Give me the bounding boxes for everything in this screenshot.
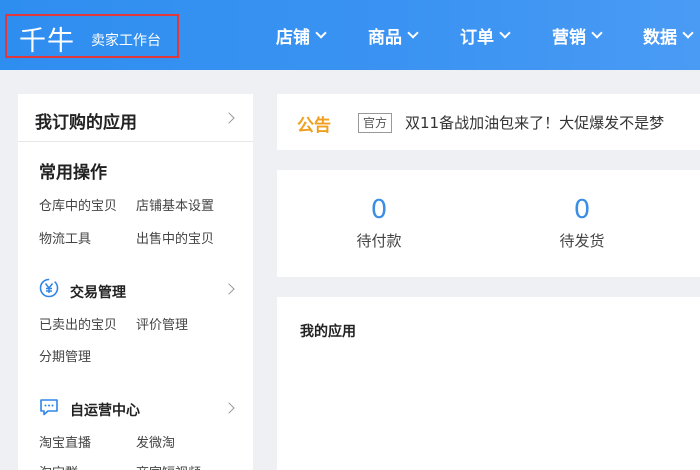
- nav-menu-label: 订单: [460, 27, 494, 48]
- nav-menu-marketing[interactable]: 营销: [552, 0, 603, 70]
- link-merchant-short-video[interactable]: 商家短视频: [136, 462, 201, 470]
- stat-pending-payment[interactable]: 0 待付款: [319, 194, 439, 251]
- trade-management-title[interactable]: 交易管理: [70, 282, 126, 302]
- nav-menu-label: 数据: [643, 27, 677, 48]
- nav-menu-label: 商品: [368, 27, 402, 48]
- link-sold-items[interactable]: 已卖出的宝贝: [39, 314, 117, 333]
- nav-menu-data[interactable]: 数据: [643, 0, 694, 70]
- nav-menu-store[interactable]: 店铺: [276, 0, 327, 70]
- chat-icon: [40, 399, 58, 416]
- chevron-down-icon: [499, 26, 511, 39]
- link-warehouse-items[interactable]: 仓库中的宝贝: [39, 195, 117, 214]
- link-store-settings[interactable]: 店铺基本设置: [136, 195, 214, 214]
- stat-pending-shipment[interactable]: 0 待发货: [522, 194, 642, 251]
- qianniu-logo: 千牛: [19, 26, 75, 57]
- subscribed-apps-header[interactable]: 我订购的应用: [18, 94, 253, 142]
- link-review-management[interactable]: 评价管理: [136, 314, 188, 333]
- chevron-down-icon: [315, 26, 327, 39]
- top-navigation-bar: 千牛 卖家工作台 店铺 商品 订单 营销 数据: [0, 0, 700, 70]
- nav-menu-label: 营销: [552, 27, 586, 48]
- announcement-bar: 公告 官方 双11备战加油包来了！大促爆发不是梦: [277, 94, 700, 150]
- yuan-icon: [39, 278, 59, 298]
- nav-menu-products[interactable]: 商品: [368, 0, 419, 70]
- stat-label: 待发货: [559, 232, 605, 250]
- stat-value: 0: [370, 195, 388, 225]
- link-items-on-sale[interactable]: 出售中的宝贝: [136, 228, 214, 247]
- link-installment-management[interactable]: 分期管理: [39, 346, 91, 365]
- link-logistics-tools[interactable]: 物流工具: [39, 228, 91, 247]
- link-post-weitao[interactable]: 发微淘: [136, 432, 175, 451]
- link-taobao-live[interactable]: 淘宝直播: [39, 432, 91, 451]
- chevron-right-icon[interactable]: [223, 283, 235, 295]
- chevron-right-icon[interactable]: [223, 402, 235, 414]
- link-taobao-group[interactable]: 淘宝群: [39, 462, 78, 470]
- chevron-down-icon: [407, 26, 419, 39]
- common-actions-title: 常用操作: [39, 163, 107, 183]
- nav-menu-label: 店铺: [276, 27, 310, 48]
- order-stats-panel: 0 待付款 0 待发货: [277, 170, 700, 277]
- workbench-subtitle: 卖家工作台: [91, 33, 161, 49]
- my-apps-title: 我的应用: [300, 324, 356, 340]
- chevron-down-icon: [591, 26, 603, 39]
- self-operation-center-title[interactable]: 自运营中心: [70, 400, 140, 420]
- stat-label: 待付款: [356, 232, 402, 250]
- my-apps-panel: 我的应用: [277, 297, 700, 470]
- announcement-label: 公告: [297, 116, 331, 136]
- subscribed-apps-title: 我订购的应用: [35, 113, 137, 133]
- stat-value: 0: [573, 195, 591, 225]
- brand-logo-area[interactable]: 千牛 卖家工作台: [5, 14, 179, 58]
- chevron-right-icon: [223, 112, 235, 124]
- announcement-text[interactable]: 双11备战加油包来了！大促爆发不是梦: [405, 112, 664, 133]
- nav-menu-orders[interactable]: 订单: [460, 0, 511, 70]
- official-badge: 官方: [358, 113, 393, 133]
- chevron-down-icon: [682, 26, 694, 39]
- subscribed-apps-panel: 我订购的应用 常用操作 仓库中的宝贝 店铺基本设置 物流工具 出售中的宝贝 交易…: [18, 94, 253, 470]
